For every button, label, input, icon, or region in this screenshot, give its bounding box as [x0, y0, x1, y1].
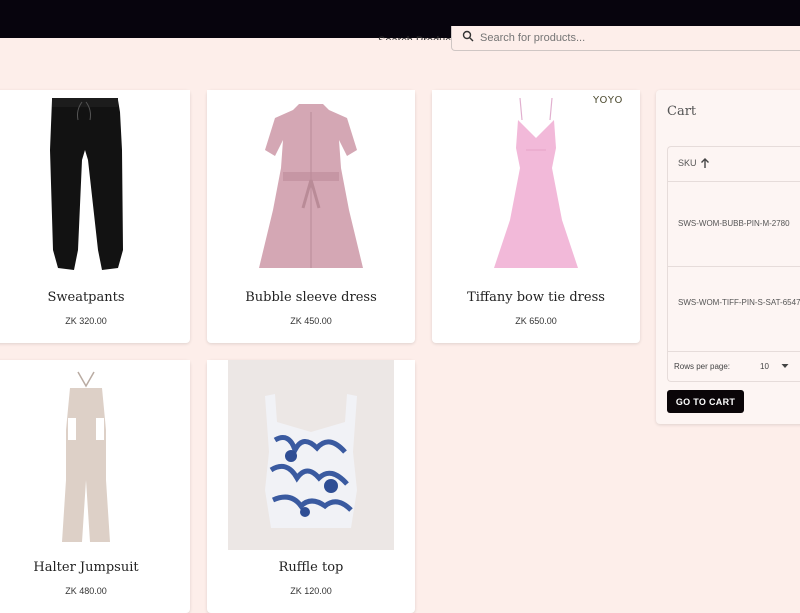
- product-image-halter-jumpsuit[interactable]: [0, 360, 190, 550]
- product-card[interactable]: Ruffle top ZK 120.00: [207, 360, 415, 613]
- column-header-sku[interactable]: SKU: [678, 158, 697, 168]
- brand-badge: YOYO: [593, 95, 624, 106]
- sku-cell: SWS-WOM-TIFF-PIN-S-SAT-6547: [678, 298, 800, 307]
- search-icon: [462, 30, 474, 42]
- sku-cell: SWS-WOM-BUBB-PIN-M-2780: [678, 219, 790, 228]
- product-name[interactable]: Bubble sleeve dress: [207, 290, 415, 305]
- product-price: ZK 120.00: [290, 586, 332, 596]
- product-image-ruffle-top[interactable]: [207, 360, 415, 550]
- cart-title: Cart: [667, 104, 697, 119]
- product-image-bubble-sleeve-dress[interactable]: [207, 90, 415, 280]
- sort-arrow-up-icon[interactable]: [700, 157, 710, 169]
- table-pagination: Rows per page: 10: [668, 352, 800, 380]
- product-card[interactable]: Bubble sleeve dress ZK 450.00: [207, 90, 415, 343]
- cart-table: SKU SWS-WOM-BUBB-PIN-M-2780 SWS-WOM-TIFF…: [667, 146, 800, 382]
- search-label: Search Products: [378, 31, 459, 40]
- product-name[interactable]: Ruffle top: [207, 560, 415, 575]
- product-name[interactable]: Sweatpants: [0, 290, 190, 305]
- rows-per-page-label: Rows per page:: [674, 362, 731, 371]
- rows-per-page-select[interactable]: 10: [760, 362, 769, 371]
- product-price: ZK 320.00: [65, 316, 107, 326]
- product-card[interactable]: Halter Jumpsuit ZK 480.00: [0, 360, 190, 613]
- product-image-sweatpants[interactable]: [0, 90, 190, 280]
- product-price: ZK 480.00: [65, 586, 107, 596]
- product-price: ZK 650.00: [515, 316, 557, 326]
- cart-panel: Cart SKU SWS-WOM-BUBB-PIN-M-2780 SWS-WOM…: [656, 90, 800, 424]
- product-name[interactable]: Halter Jumpsuit: [0, 560, 190, 575]
- go-to-cart-button[interactable]: GO TO CART: [667, 390, 744, 413]
- product-name[interactable]: Tiffany bow tie dress: [432, 290, 640, 305]
- search-input[interactable]: [480, 26, 780, 50]
- chevron-down-icon[interactable]: [781, 363, 789, 369]
- product-card[interactable]: YOYO Tiffany bow tie dress ZK 650.00: [432, 90, 640, 343]
- table-row[interactable]: SWS-WOM-BUBB-PIN-M-2780: [668, 182, 800, 267]
- product-image-tiffany-bow-tie-dress[interactable]: YOYO: [432, 90, 640, 280]
- search-field[interactable]: [451, 26, 800, 51]
- table-header: SKU: [668, 147, 800, 182]
- product-price: ZK 450.00: [290, 316, 332, 326]
- table-row[interactable]: SWS-WOM-TIFF-PIN-S-SAT-6547: [668, 267, 800, 352]
- product-card[interactable]: Sweatpants ZK 320.00: [0, 90, 190, 343]
